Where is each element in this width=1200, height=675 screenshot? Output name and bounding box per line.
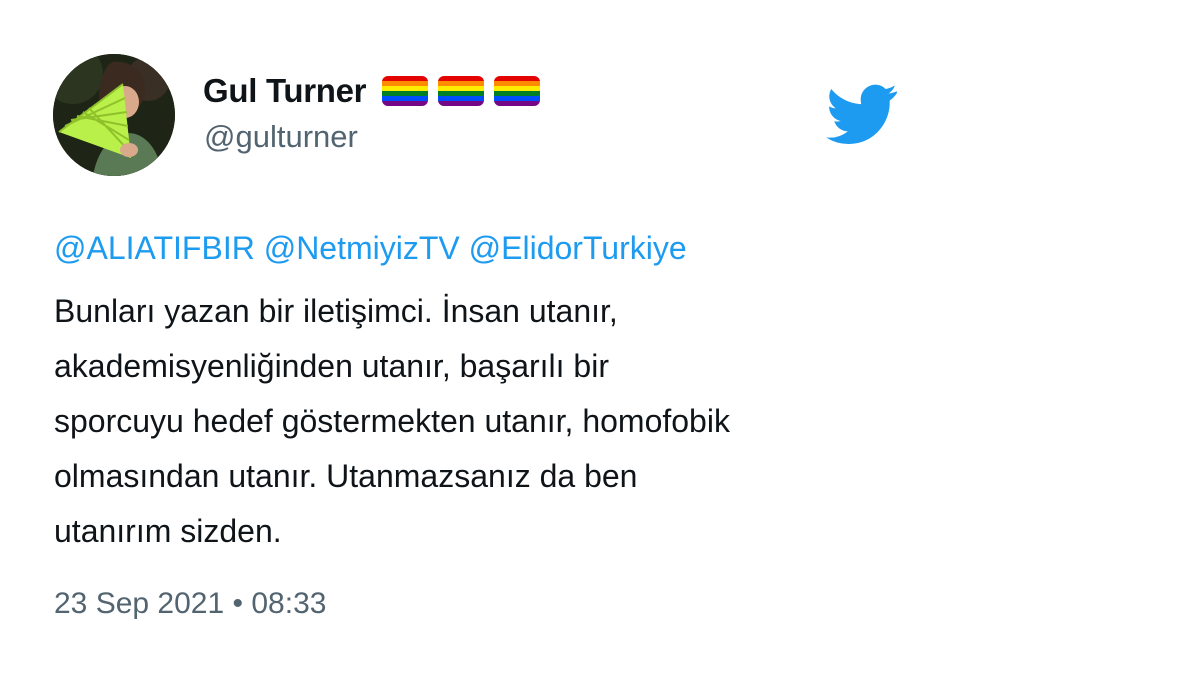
- tweet-text-line: Bunları yazan bir iletişimci. İnsan utan…: [54, 293, 618, 329]
- mention-link[interactable]: @ElidorTurkiye: [469, 230, 687, 266]
- twitter-bird-icon[interactable]: [826, 84, 898, 144]
- author-handle[interactable]: @gulturner: [204, 119, 358, 155]
- tweet-text-line: akademisyenliğinden utanır, başarılı bir: [54, 348, 609, 384]
- tweet-text: Bunları yazan bir iletişimci. İnsan utan…: [54, 284, 1054, 559]
- tweet-time: 08:33: [251, 587, 327, 620]
- tweet-mentions: @ALIATIFBIR @NetmiyizTV @ElidorTurkiye: [54, 230, 687, 267]
- rainbow-flag-icon: [494, 76, 541, 106]
- mention-link[interactable]: @NetmiyizTV: [264, 230, 460, 266]
- rainbow-flag-icon: [382, 76, 429, 106]
- avatar[interactable]: [53, 54, 175, 176]
- tweet-date: 23 Sep 2021: [54, 587, 225, 620]
- mention-link[interactable]: @ALIATIFBIR: [54, 230, 255, 266]
- tweet-text-line: utanırım sizden.: [54, 513, 282, 549]
- tweet-timestamp[interactable]: 23 Sep 2021 • 08:33: [54, 587, 326, 621]
- timestamp-separator: •: [232, 587, 244, 620]
- flag-badges: [382, 76, 541, 106]
- tweet-text-line: olmasından utanır. Utanmazsanız da ben: [54, 458, 638, 494]
- display-name[interactable]: Gul Turner: [203, 72, 367, 110]
- avatar-image: [53, 54, 175, 176]
- tweet-card: Gul Turner @gulturner @ALIATIFBIR @Netmi…: [0, 0, 1200, 675]
- rainbow-flag-icon: [438, 76, 485, 106]
- author-name-row: Gul Turner: [203, 70, 541, 112]
- tweet-text-line: sporcuyu hedef göstermekten utanır, homo…: [54, 403, 730, 439]
